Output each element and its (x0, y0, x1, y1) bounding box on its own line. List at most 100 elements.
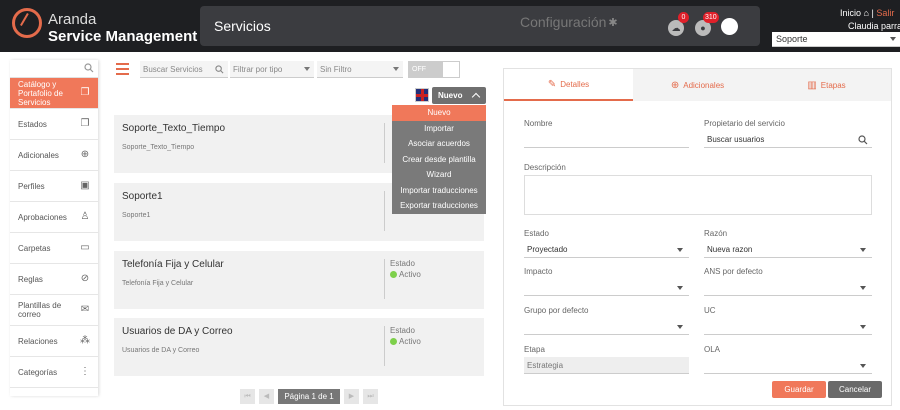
stamp-icon: ♙ (80, 211, 90, 222)
new-button-label: Nuevo (438, 91, 463, 100)
status-value: Activo (399, 270, 421, 279)
sidebar-item-label: Catálogo y Portafolio de Servicios (18, 79, 63, 107)
menu-item-nuevo[interactable]: Nuevo (392, 105, 486, 121)
razon-select[interactable]: Nueva razon (704, 241, 872, 258)
tab-label: Adicionales (683, 80, 725, 90)
new-button[interactable]: Nuevo (432, 87, 486, 104)
ola-label: OLA (704, 345, 721, 354)
menu-item-wizard[interactable]: Wizard (392, 167, 486, 183)
descripcion-textarea[interactable] (524, 175, 872, 215)
nombre-label: Nombre (524, 119, 553, 128)
sidebar-item-perfiles[interactable]: Perfiles ▣ (10, 171, 98, 202)
type-filter-select[interactable]: Filtrar por tipo (230, 61, 314, 78)
chevron-down-icon (890, 37, 896, 41)
estado-value: Proyectado (527, 245, 568, 254)
toggle-all-label: ALL (416, 81, 429, 88)
cancel-button[interactable]: Cancelar (828, 381, 882, 398)
estado-label: Estado (524, 229, 549, 238)
brand-product: Service Management (48, 28, 198, 45)
sidebar-item-aprobaciones[interactable]: Aprobaciones ♙ (10, 202, 98, 233)
sidebar-item-label: Estados (18, 119, 47, 129)
service-title: Soporte_Texto_Tiempo (122, 123, 226, 134)
home-icon[interactable]: ⌂ (864, 8, 869, 18)
stages-icon: ▥ (807, 79, 817, 91)
ans-label: ANS por defecto (704, 267, 763, 276)
impacto-select[interactable] (524, 279, 689, 296)
language-flag-icon[interactable] (415, 88, 429, 102)
last-page-button[interactable]: ⏭ (363, 389, 378, 404)
tab-etapas[interactable]: ▥ Etapas (762, 69, 891, 101)
top-header: Aranda Service Management Servicios Conf… (0, 0, 900, 52)
prev-page-button[interactable]: ◀ (259, 389, 274, 404)
sidebar-item-adicionales[interactable]: Adicionales ⊕ (10, 140, 98, 171)
service-subtitle: Soporte_Texto_Tiempo (122, 144, 195, 151)
tab-adicionales[interactable]: ⊕ Adicionales (633, 69, 762, 101)
sidebar-item-estados[interactable]: Estados ❐ (10, 109, 98, 140)
grupo-select[interactable] (524, 318, 689, 335)
avatar[interactable] (721, 18, 738, 35)
save-button[interactable]: Guardar (772, 381, 826, 398)
owner-label: Propietario del servicio (704, 119, 785, 128)
service-card[interactable]: Telefonía Fija y Celular Telefonía Fija … (114, 251, 484, 309)
chevron-down-icon (860, 248, 866, 252)
off-all-toggle[interactable]: OFF ALL (408, 61, 460, 88)
aranda-logo-icon (12, 8, 42, 38)
card-divider (384, 259, 385, 299)
grupo-label: Grupo por defecto (524, 306, 589, 315)
sidebar-item-label: Categorías (18, 367, 58, 377)
owner-placeholder: Buscar usuarios (707, 135, 765, 144)
service-title: Telefonía Fija y Celular (122, 259, 224, 270)
menu-item-asociar-acuerdos[interactable]: Asociar acuerdos (392, 136, 486, 152)
uc-label: UC (704, 306, 716, 315)
detail-panel: ✎ Detalles ⊕ Adicionales ▥ Etapas Nombre… (503, 68, 892, 406)
tree-icon: ⋮ (80, 366, 90, 377)
tab-detalles[interactable]: ✎ Detalles (504, 69, 633, 101)
state-filter-select[interactable]: Sin Filtro (317, 61, 403, 78)
ans-select[interactable] (704, 279, 872, 296)
sidebar-item-carpetas[interactable]: Carpetas ▭ (10, 233, 98, 264)
uc-select[interactable] (704, 318, 872, 335)
new-menu: Nuevo Importar Asociar acuerdos Crear de… (392, 105, 486, 214)
sidebar-search[interactable] (10, 60, 98, 78)
sidebar-item-reglas[interactable]: Reglas ⊘ (10, 264, 98, 295)
sidebar-item-categorias[interactable]: Categorías ⋮ (10, 357, 98, 388)
menu-item-crear-desde-plantilla[interactable]: Crear desde plantilla (392, 152, 486, 168)
sidebar-item-label: Adicionales (18, 150, 59, 160)
page-title: Servicios (214, 18, 271, 34)
status-value: Activo (399, 337, 421, 346)
search-icon[interactable] (84, 63, 94, 73)
detail-tabs: ✎ Detalles ⊕ Adicionales ▥ Etapas (504, 69, 891, 101)
copy-icon: ❐ (80, 87, 90, 98)
logout-link[interactable]: Salir (876, 8, 894, 18)
razon-label: Razón (704, 229, 728, 238)
notification-badge: 310 (703, 12, 719, 23)
sidebar-item-relaciones[interactable]: Relaciones ⁂ (10, 326, 98, 357)
status-dot-icon (390, 271, 397, 278)
home-link[interactable]: Inicio (840, 8, 861, 18)
next-page-button[interactable]: ▶ (344, 389, 359, 404)
menu-item-importar[interactable]: Importar (392, 121, 486, 137)
config-label: Configuración (520, 14, 607, 30)
search-icon[interactable] (215, 65, 224, 74)
chevron-down-icon (393, 67, 399, 71)
descripcion-label: Descripción (524, 163, 566, 172)
sidebar-item-plantillas[interactable]: Plantillas de correo ✉ (10, 295, 98, 326)
owner-search-input[interactable]: Buscar usuarios (704, 131, 872, 148)
status-badge: Activo (390, 337, 421, 346)
service-card[interactable]: Usuarios de DA y Correo Usuarios de DA y… (114, 318, 484, 376)
first-page-button[interactable]: ⏮ (240, 389, 255, 404)
config-link[interactable]: Configuración ✱ (520, 14, 618, 30)
sidebar-item-catalogo[interactable]: Catálogo y Portafolio de Servicios ❐ (10, 78, 98, 109)
menu-item-importar-traducciones[interactable]: Importar traducciones (392, 183, 486, 199)
state-filter-value: Sin Filtro (320, 65, 352, 74)
menu-item-exportar-traducciones[interactable]: Exportar traducciones (392, 198, 486, 214)
nombre-input[interactable] (524, 131, 689, 148)
ola-select[interactable] (704, 357, 872, 374)
estado-select[interactable]: Proyectado (524, 241, 689, 258)
type-filter-value: Filtrar por tipo (233, 65, 283, 74)
menu-icon[interactable] (116, 63, 129, 78)
project-select[interactable]: Soporte (772, 32, 900, 47)
search-icon[interactable] (858, 135, 868, 145)
plus-circle-icon: ⊕ (670, 79, 680, 91)
search-input[interactable]: Buscar Servicios (140, 61, 228, 78)
